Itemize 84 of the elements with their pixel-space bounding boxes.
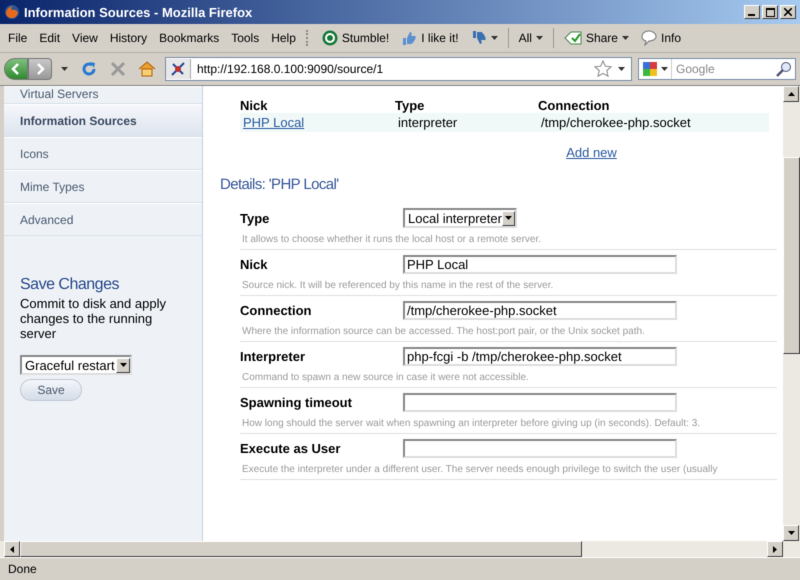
star-icon[interactable] bbox=[594, 60, 612, 78]
caret-icon[interactable] bbox=[618, 67, 625, 71]
down-arrow-icon[interactable] bbox=[788, 531, 794, 535]
field-label: Nick bbox=[240, 257, 268, 272]
field-label: Execute as User bbox=[240, 441, 342, 456]
save-button[interactable]: Save bbox=[20, 379, 82, 401]
table-cell-text: interpreter bbox=[398, 115, 458, 130]
input-field[interactable]: PHP Local bbox=[403, 255, 677, 274]
menu-item[interactable]: Bookmarks bbox=[155, 31, 224, 45]
maximize-button[interactable] bbox=[762, 5, 778, 19]
site-favicon-icon bbox=[166, 59, 191, 79]
help-text: Where the information source can be accessed. The host:port pair, or the Unix socket path. bbox=[241, 326, 646, 337]
caret-icon bbox=[504, 216, 512, 220]
caret-icon bbox=[536, 36, 543, 40]
share-button[interactable]: Share bbox=[560, 29, 633, 47]
like-button[interactable]: I like it! bbox=[397, 28, 463, 48]
left-arrow-icon[interactable] bbox=[10, 546, 14, 552]
field-label: Spawning timeout bbox=[240, 395, 353, 410]
vertical-scrollbar[interactable] bbox=[783, 86, 800, 541]
source-link[interactable]: PHP Local bbox=[240, 115, 398, 130]
address-field[interactable]: http://192.168.0.100:9090/source/1 bbox=[165, 57, 632, 81]
caret-icon bbox=[120, 363, 126, 367]
reload-icon[interactable] bbox=[80, 60, 98, 78]
type-dropdown[interactable]: Local interpreter bbox=[403, 208, 517, 228]
menu-item[interactable]: Help bbox=[267, 31, 300, 45]
speech-bubble-icon bbox=[640, 30, 657, 46]
help-text: Source nick. It will be referenced by this name in the rest of the server. bbox=[241, 280, 554, 291]
help-text: Command to spawn a new source in case it were not accessible. bbox=[241, 372, 530, 383]
sidebar-item[interactable]: Information Sources bbox=[4, 104, 202, 137]
up-arrow-icon[interactable] bbox=[788, 92, 794, 96]
stumble-button[interactable]: Stumble! bbox=[318, 28, 394, 48]
all-button[interactable]: All bbox=[514, 29, 547, 47]
save-changes-description: Commit to disk and apply changes to the running server bbox=[20, 296, 167, 341]
thumbs-up-icon bbox=[401, 30, 418, 46]
table-cell: /tmp/cherokee-php.socket bbox=[541, 115, 691, 130]
home-icon[interactable] bbox=[138, 61, 156, 77]
input-field[interactable]: /tmp/cherokee-php.socket bbox=[403, 301, 677, 320]
forward-button[interactable] bbox=[28, 58, 52, 80]
field-label: Type bbox=[240, 210, 270, 226]
sidebar-item[interactable]: Virtual Servers bbox=[4, 86, 202, 104]
caret-icon[interactable] bbox=[61, 67, 68, 71]
menu-item[interactable]: Tools bbox=[227, 31, 264, 45]
sidebar-item[interactable]: Mime Types bbox=[4, 170, 202, 203]
caret-icon bbox=[490, 36, 498, 40]
menu-item[interactable]: View bbox=[68, 31, 102, 45]
menu-item[interactable]: Edit bbox=[35, 31, 64, 45]
input-field[interactable]: php-fcgi -b /tmp/cherokee-php.socket bbox=[403, 347, 677, 366]
column-header: Nick bbox=[240, 98, 268, 113]
horizontal-scrollbar[interactable] bbox=[0, 541, 800, 557]
input-field[interactable] bbox=[403, 439, 677, 458]
browser-logo-icon bbox=[4, 4, 20, 20]
column-header: Type bbox=[395, 98, 426, 113]
right-arrow-icon[interactable] bbox=[773, 546, 777, 552]
column-header: Connection bbox=[538, 98, 610, 113]
search-icon[interactable] bbox=[776, 61, 792, 77]
search-bar[interactable]: Google bbox=[638, 58, 796, 80]
tag-icon bbox=[564, 31, 582, 45]
menu-item[interactable]: History bbox=[106, 31, 152, 45]
caret-icon bbox=[622, 36, 629, 40]
save-changes-title: Save Changes bbox=[20, 276, 120, 294]
sidebar-item[interactable]: Icons bbox=[4, 137, 202, 170]
help-text: Execute the interpreter under a different user. The server needs enough privilege to switch the user (usually bbox=[241, 464, 718, 475]
back-button[interactable] bbox=[4, 58, 28, 80]
minimize-button[interactable] bbox=[744, 5, 760, 19]
field-label: Interpreter bbox=[240, 349, 306, 364]
menu-item[interactable]: File bbox=[4, 31, 32, 45]
thumbs-down-icon bbox=[470, 30, 487, 46]
field-label: Connection bbox=[240, 303, 312, 318]
restart-mode-dropdown[interactable]: Graceful restart bbox=[20, 355, 132, 375]
maximize-icon bbox=[766, 8, 774, 16]
help-text: It allows to choose whether it runs the local host or a remote server. bbox=[241, 234, 542, 245]
close-button[interactable] bbox=[780, 5, 796, 19]
details-heading: Details: 'PHP Local' bbox=[220, 176, 340, 193]
help-text: How long should the server wait when spawning an interpreter before giving up (in seconds). Default: 3. bbox=[241, 418, 702, 429]
close-icon bbox=[784, 8, 792, 16]
search-engine-icon[interactable] bbox=[642, 61, 658, 77]
status-text: Done bbox=[8, 562, 37, 576]
sidebar-item[interactable]: Advanced bbox=[4, 203, 202, 236]
caret-icon[interactable] bbox=[661, 67, 668, 71]
stumble-logo-icon bbox=[322, 30, 338, 46]
info-button[interactable]: Info bbox=[636, 28, 685, 48]
input-field[interactable] bbox=[403, 393, 677, 412]
window-title: Information Sources - Mozilla Firefox bbox=[24, 4, 254, 20]
add-new-link[interactable]: Add new bbox=[566, 145, 617, 160]
